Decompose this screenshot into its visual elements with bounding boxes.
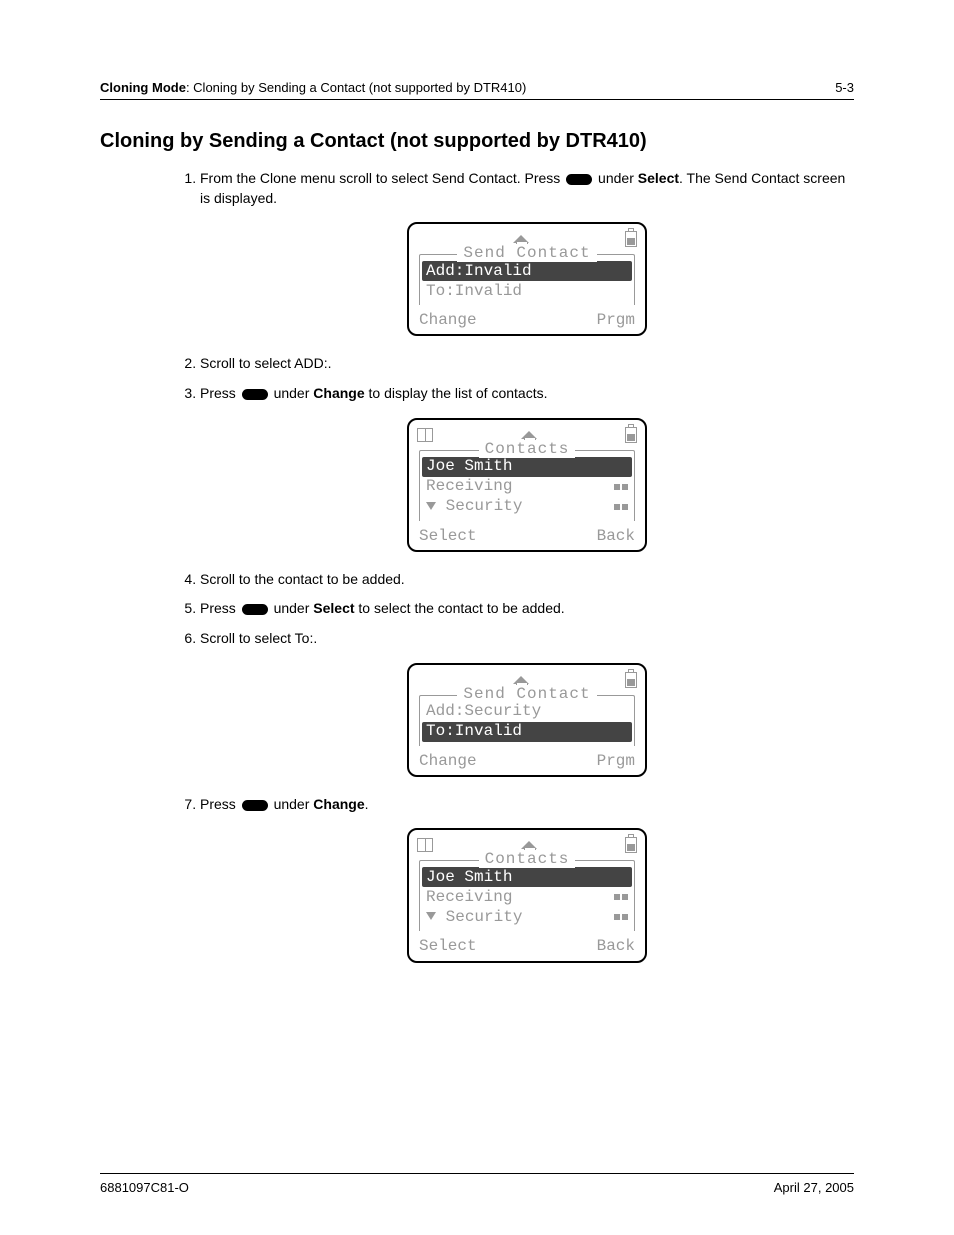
list-item: Security	[420, 907, 634, 927]
step-6: Scroll to select To:. Send Contact Add:S…	[200, 629, 854, 777]
step-5: Press under Select to select the contact…	[200, 599, 854, 619]
softkey-button-icon	[566, 174, 592, 185]
list-item-selected: Joe Smith	[422, 867, 632, 887]
group-icon	[614, 892, 628, 902]
device-screen-send-contact-1: Send Contact Add:Invalid To:Invalid Chan…	[407, 222, 647, 336]
list-item: To:Invalid	[420, 281, 634, 301]
header-section: Cloning Mode	[100, 80, 186, 95]
arrow-down-icon	[426, 912, 436, 920]
step-2: Scroll to select ADD:.	[200, 354, 854, 374]
footer-doc-id: 6881097C81-O	[100, 1180, 189, 1195]
screen-title: Contacts	[479, 850, 576, 868]
softkey-right: Back	[597, 937, 635, 956]
list-item: Security	[420, 497, 634, 517]
footer-date: April 27, 2005	[774, 1180, 854, 1195]
softkey-left: Select	[419, 527, 477, 546]
group-icon	[614, 482, 628, 492]
list-item-selected: Joe Smith	[422, 457, 632, 477]
step-7: Press under Change. Contacts Joe Smith R…	[200, 795, 854, 963]
screen-title: Contacts	[479, 440, 576, 458]
softkey-button-icon	[242, 389, 268, 400]
header-subsection: Cloning by Sending a Contact (not suppor…	[193, 80, 526, 95]
softkey-right: Prgm	[597, 752, 635, 771]
home-icon	[513, 676, 529, 684]
step-1: From the Clone menu scroll to select Sen…	[200, 169, 854, 336]
header-page-number: 5-3	[835, 80, 854, 95]
step-3: Press under Change to display the list o…	[200, 384, 854, 552]
list-item: Receiving	[420, 477, 634, 497]
home-icon	[513, 235, 529, 243]
home-icon	[521, 841, 537, 849]
page-title: Cloning by Sending a Contact (not suppor…	[100, 130, 854, 153]
softkey-button-icon	[242, 604, 268, 615]
softkey-left: Change	[419, 311, 477, 330]
home-icon	[521, 431, 537, 439]
softkey-right: Prgm	[597, 311, 635, 330]
group-icon	[614, 502, 628, 512]
list-item-selected: Add:Invalid	[422, 261, 632, 281]
arrow-down-icon	[426, 502, 436, 510]
device-screen-contacts-1: Contacts Joe Smith Receiving Security Se…	[407, 418, 647, 552]
softkey-left: Change	[419, 752, 477, 771]
device-screen-send-contact-2: Send Contact Add:Security To:Invalid Cha…	[407, 663, 647, 777]
list-item: Receiving	[420, 887, 634, 907]
step-list: From the Clone menu scroll to select Sen…	[200, 169, 854, 963]
step-4: Scroll to the contact to be added.	[200, 570, 854, 590]
page-footer: 6881097C81-O April 27, 2005	[100, 1173, 854, 1195]
softkey-right: Back	[597, 527, 635, 546]
device-screen-contacts-2: Contacts Joe Smith Receiving Security Se…	[407, 828, 647, 962]
group-icon	[614, 912, 628, 922]
screen-title: Send Contact	[457, 244, 596, 262]
page-header: Cloning Mode: Cloning by Sending a Conta…	[100, 80, 854, 100]
softkey-button-icon	[242, 800, 268, 811]
softkey-left: Select	[419, 937, 477, 956]
list-item: Add:Security	[420, 702, 634, 722]
list-item-selected: To:Invalid	[422, 722, 632, 742]
screen-title: Send Contact	[457, 685, 596, 703]
